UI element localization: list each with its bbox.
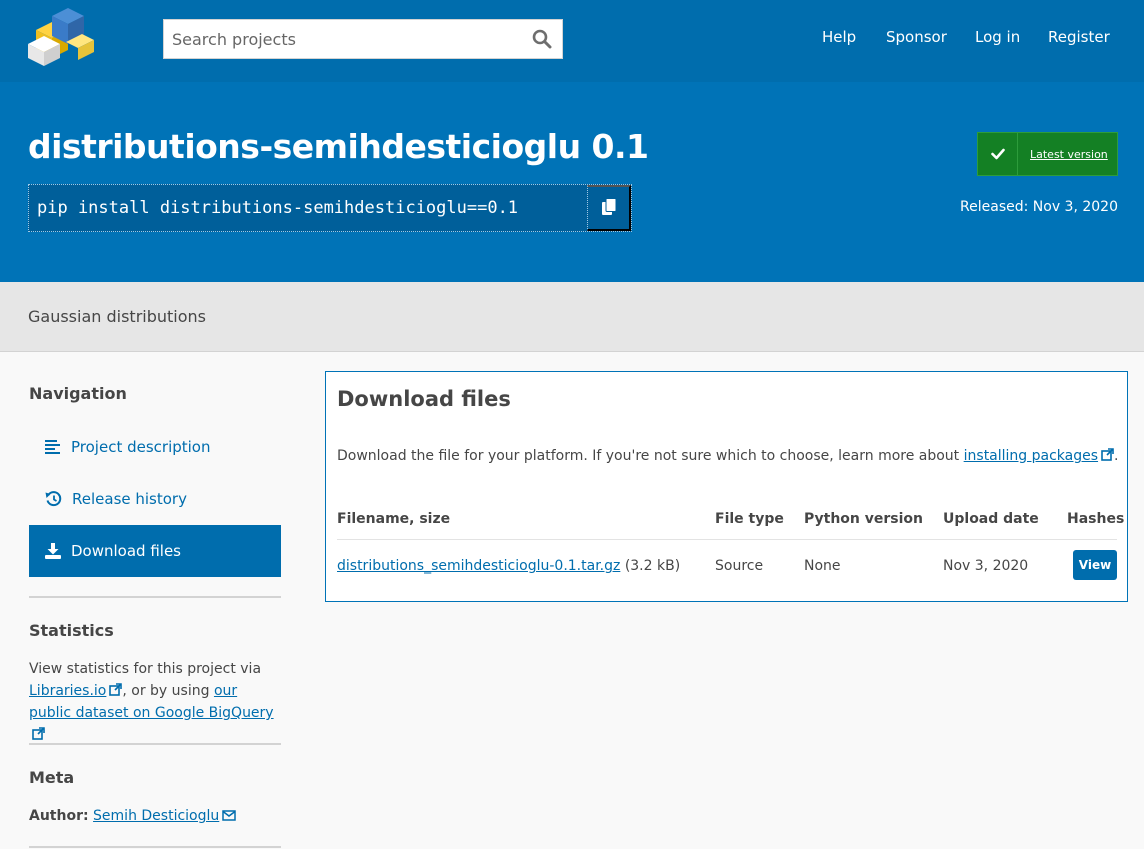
search-button[interactable]: [528, 26, 556, 54]
pip-command-box: pip install distributions-semihdesticiog…: [28, 184, 632, 232]
package-summary-band: Gaussian distributions: [0, 282, 1144, 352]
external-link-icon: [109, 683, 123, 696]
latest-version-label: Latest version: [1030, 147, 1108, 161]
sidebar-divider: [29, 846, 281, 848]
sidebar-divider: [29, 596, 281, 598]
release-date: Released: Nov 3, 2020: [960, 199, 1118, 215]
column-header-file-type: File type: [715, 511, 784, 527]
column-header-filename: Filename, size: [337, 511, 451, 527]
view-hashes-button[interactable]: View: [1073, 550, 1117, 580]
sidebar-item-download-files[interactable]: Download files: [29, 525, 281, 577]
column-header-python-version: Python version: [804, 511, 924, 527]
statistics-text-part: View statistics for this project via: [29, 661, 262, 677]
statistics-text-part: , or by using: [122, 683, 210, 699]
python-version-cell: None: [804, 558, 841, 574]
check-icon: [978, 133, 1018, 175]
sidebar-item-label: Download files: [71, 542, 181, 560]
sidebar-item-release-history[interactable]: Release history: [29, 473, 281, 525]
table-header-divider: [337, 539, 1117, 540]
nav-help-link[interactable]: Help: [822, 28, 856, 46]
meta-heading: Meta: [29, 768, 75, 787]
sidebar-item-label: Release history: [72, 490, 187, 508]
download-intro-text: Download the file for your platform. If …: [337, 448, 960, 464]
file-download-link[interactable]: distributions_semihdesticioglu-0.1.tar.g…: [337, 558, 620, 574]
author-label: Author:: [29, 808, 89, 824]
align-left-icon: [45, 440, 60, 454]
package-summary: Gaussian distributions: [28, 307, 207, 326]
statistics-text: View statistics for this project via Lib…: [29, 658, 281, 746]
file-size: (3.2 kB): [624, 558, 681, 574]
author-email-link[interactable]: Semih Desticioglu: [93, 808, 237, 824]
file-type-cell: Source: [715, 558, 764, 574]
navigation-heading: Navigation: [29, 384, 127, 403]
search-input[interactable]: [164, 20, 514, 58]
history-icon: [45, 491, 62, 507]
author-line: Author: Semih Desticioglu: [29, 805, 281, 827]
top-header: Help Sponsor Log in Register: [0, 0, 1144, 80]
download-files-title: Download files: [337, 387, 511, 411]
search-bar: [163, 19, 563, 59]
package-header-banner: [0, 80, 1144, 282]
sidebar-item-project-description[interactable]: Project description: [29, 421, 281, 473]
download-intro: Download the file for your platform. If …: [337, 448, 1119, 464]
search-icon: [532, 29, 552, 48]
download-intro-end: .: [1114, 448, 1119, 464]
column-header-upload-date: Upload date: [943, 511, 1039, 527]
latest-version-button[interactable]: Latest version: [977, 132, 1118, 176]
statistics-heading: Statistics: [29, 621, 114, 640]
pip-command[interactable]: pip install distributions-semihdesticiog…: [37, 198, 518, 218]
installing-packages-link[interactable]: installing packages: [964, 448, 1114, 464]
external-link-icon: [1101, 448, 1114, 461]
table-row: distributions_semihdesticioglu-0.1.tar.g…: [337, 558, 680, 574]
download-files-panel: Download files Download the file for you…: [325, 371, 1128, 602]
nav-sponsor-link[interactable]: Sponsor: [886, 28, 947, 46]
sidebar-item-label: Project description: [71, 438, 211, 456]
sidebar-divider: [29, 743, 281, 745]
banner-divider: [0, 80, 1144, 82]
external-link-icon: [32, 727, 45, 740]
download-icon: [45, 543, 61, 559]
column-header-hashes: Hashes: [1067, 511, 1125, 527]
pypi-logo[interactable]: [26, 8, 96, 68]
upload-date-cell: Nov 3, 2020: [943, 558, 1029, 574]
copy-icon: [601, 197, 616, 215]
copy-button[interactable]: [587, 185, 631, 231]
nav-register-link[interactable]: Register: [1048, 28, 1110, 46]
package-title: distributions-semihdesticioglu 0.1: [28, 127, 649, 166]
libraries-io-link[interactable]: Libraries.io: [29, 683, 123, 699]
nav-login-link[interactable]: Log in: [975, 28, 1020, 46]
envelope-icon: [222, 810, 237, 821]
